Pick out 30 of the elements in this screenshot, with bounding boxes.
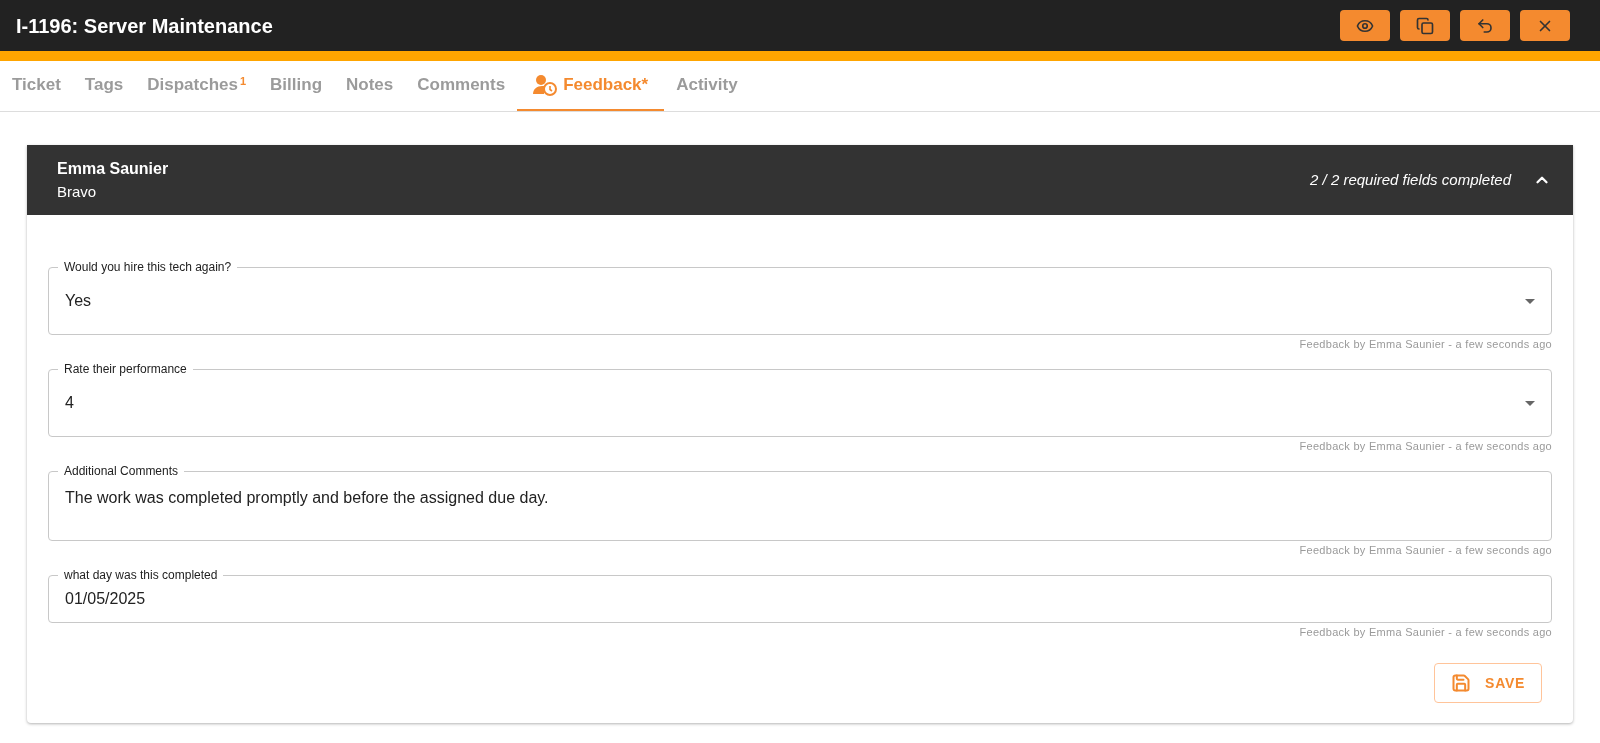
feedback-note: Feedback by Emma Saunier - a few seconds ago bbox=[1299, 337, 1552, 351]
tab[interactable]: Feedback* bbox=[517, 61, 665, 111]
field-label: Would you hire this tech again? bbox=[58, 259, 238, 275]
tab[interactable]: Dispatches$^{1}$ bbox=[135, 61, 259, 111]
card-header[interactable]: Emma Saunier Bravo 2 / 2 required fields completed bbox=[27, 145, 1573, 215]
window-title: I-1196: Server Maintenance bbox=[16, 13, 274, 39]
dropdown-arrow-icon bbox=[1525, 400, 1535, 406]
progress-text: 2 / 2 required fields completed bbox=[1310, 169, 1511, 190]
tab[interactable]: Notes bbox=[334, 61, 406, 111]
feedback-note: Feedback by Emma Saunier - a few seconds ago bbox=[1299, 543, 1552, 557]
tab[interactable]: Comments bbox=[405, 61, 518, 111]
undo-button[interactable] bbox=[1460, 10, 1510, 41]
dropdown-arrow-icon bbox=[1525, 298, 1535, 304]
tab[interactable]: Billing bbox=[258, 61, 335, 111]
field-label: Rate their performance bbox=[58, 361, 193, 377]
view-button[interactable] bbox=[1340, 10, 1390, 41]
field-label: what day was this completed bbox=[58, 567, 224, 583]
feedback-note: Feedback by Emma Saunier - a few seconds ago bbox=[1299, 439, 1552, 453]
team-name: Bravo bbox=[57, 181, 98, 202]
technician-name: Emma Saunier bbox=[57, 158, 170, 179]
close-button[interactable] bbox=[1520, 10, 1570, 41]
tab[interactable]: Ticket bbox=[0, 61, 73, 111]
feedback-note: Feedback by Emma Saunier - a few seconds ago bbox=[1299, 625, 1552, 639]
copy-icon bbox=[1416, 16, 1434, 35]
tab[interactable]: Activity bbox=[664, 61, 750, 111]
save-button[interactable]: SAVE bbox=[1434, 663, 1542, 703]
person-clock-icon bbox=[533, 74, 558, 96]
copy-button[interactable] bbox=[1400, 10, 1450, 41]
undo-icon bbox=[1476, 16, 1494, 35]
tab[interactable]: Tags bbox=[72, 61, 136, 111]
